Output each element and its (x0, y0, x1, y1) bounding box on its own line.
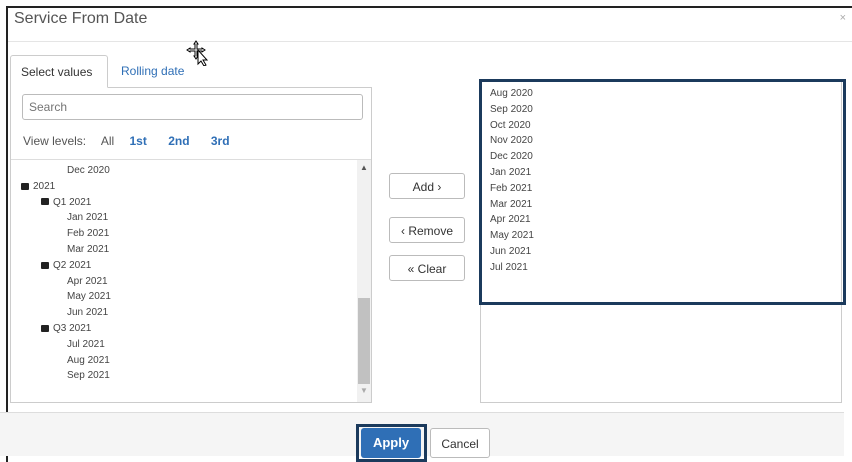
title-divider (8, 41, 852, 42)
selected-item[interactable]: May 2021 (490, 228, 534, 244)
collapse-icon[interactable] (41, 324, 49, 332)
selected-item[interactable]: Apr 2021 (490, 212, 534, 228)
tree-row[interactable]: May 2021 (11, 289, 357, 305)
tree-row[interactable]: Feb 2021 (11, 226, 357, 242)
tree-row-label: Q2 2021 (53, 259, 92, 271)
tree-row-label: Jan 2021 (67, 212, 109, 224)
tree-row[interactable]: Q1 2021 (11, 195, 357, 211)
selected-item[interactable]: Oct 2020 (490, 118, 534, 134)
selected-item[interactable]: Feb 2021 (490, 181, 534, 197)
selected-values-list: Aug 2020 Sep 2020 Oct 2020 Nov 2020 Dec 2020… (490, 86, 534, 276)
tree-row-label: Q1 2021 (53, 196, 92, 208)
tree-row-label: Jun 2021 (67, 307, 109, 319)
tree-row-label: Dec 2020 (67, 165, 110, 176)
tree-row-label: Mar 2021 (67, 243, 110, 255)
tree-row[interactable]: Q2 2021 (11, 258, 357, 274)
search-input[interactable] (22, 94, 363, 120)
view-levels: View levels: All 1st 2nd 3rd (23, 134, 248, 148)
tree-row[interactable]: Jun 2021 (11, 305, 357, 321)
tree-scrollbar[interactable]: ▲ ▼ (357, 160, 371, 402)
collapse-icon[interactable] (21, 182, 29, 190)
tab-select-values[interactable]: Select values (10, 55, 108, 88)
dialog-title: Service From Date (14, 10, 148, 27)
selected-item[interactable]: Jul 2021 (490, 260, 534, 276)
tree-row[interactable]: Apr 2021 (11, 274, 357, 290)
tree-row[interactable]: Sep 2021 (11, 368, 357, 384)
available-values-panel: View levels: All 1st 2nd 3rd Dec 2020 202… (10, 87, 372, 403)
tab-rolling-date[interactable]: Rolling date (111, 55, 194, 88)
view-level-all[interactable]: All (101, 134, 114, 148)
selected-item[interactable]: Sep 2020 (490, 102, 534, 118)
clear-button[interactable]: « Clear (389, 255, 465, 281)
view-level-2nd[interactable]: 2nd (168, 134, 189, 148)
collapse-icon[interactable] (41, 261, 49, 269)
tree-row[interactable]: Q3 2021 (11, 321, 357, 337)
tree-row[interactable]: Aug 2021 (11, 353, 357, 369)
selected-item[interactable]: Nov 2020 (490, 133, 534, 149)
scroll-thumb[interactable] (358, 298, 370, 384)
tree-row-label: Apr 2021 (67, 275, 108, 287)
tree-row-label: Q3 2021 (53, 322, 92, 334)
selected-item[interactable]: Jan 2021 (490, 165, 534, 181)
view-level-3rd[interactable]: 3rd (211, 134, 230, 148)
cancel-button[interactable]: Cancel (430, 428, 490, 458)
collapse-icon[interactable] (41, 198, 49, 206)
tree-row-label: Aug 2021 (67, 354, 110, 366)
tree-row[interactable]: Mar 2021 (11, 242, 357, 258)
apply-button[interactable]: Apply (361, 428, 421, 458)
tree-row-label: Sep 2021 (67, 370, 110, 382)
selected-item[interactable]: Aug 2020 (490, 86, 534, 102)
tree-row[interactable]: 2021 (11, 179, 357, 195)
selected-item[interactable]: Jun 2021 (490, 244, 534, 260)
close-icon[interactable]: × (840, 12, 846, 24)
tree-row[interactable]: Jul 2021 (11, 337, 357, 353)
tree-row-label: 2021 (33, 180, 56, 192)
value-tree: Dec 2020 2021 Q1 2021 Jan 2021 Feb 2021 Mar 2… (11, 163, 357, 403)
tree-row-label: May 2021 (67, 291, 111, 303)
tree-row[interactable]: Dec 2020 (11, 163, 357, 179)
panel-divider (11, 159, 371, 160)
view-levels-label: View levels: (23, 134, 87, 148)
tree-row-label: Jul 2021 (67, 338, 105, 350)
scroll-up-icon[interactable]: ▲ (360, 163, 368, 172)
tree-row-label: Feb 2021 (67, 228, 110, 240)
view-level-1st[interactable]: 1st (130, 134, 147, 148)
selected-item[interactable]: Mar 2021 (490, 197, 534, 213)
tree-row[interactable]: Jan 2021 (11, 210, 357, 226)
add-button[interactable]: Add › (389, 173, 465, 199)
selected-item[interactable]: Dec 2020 (490, 149, 534, 165)
remove-button[interactable]: ‹ Remove (389, 217, 465, 243)
selected-values-highlight (479, 79, 846, 305)
scroll-down-icon[interactable]: ▼ (360, 386, 368, 395)
tab-bar: Select values Rolling date (10, 55, 372, 88)
